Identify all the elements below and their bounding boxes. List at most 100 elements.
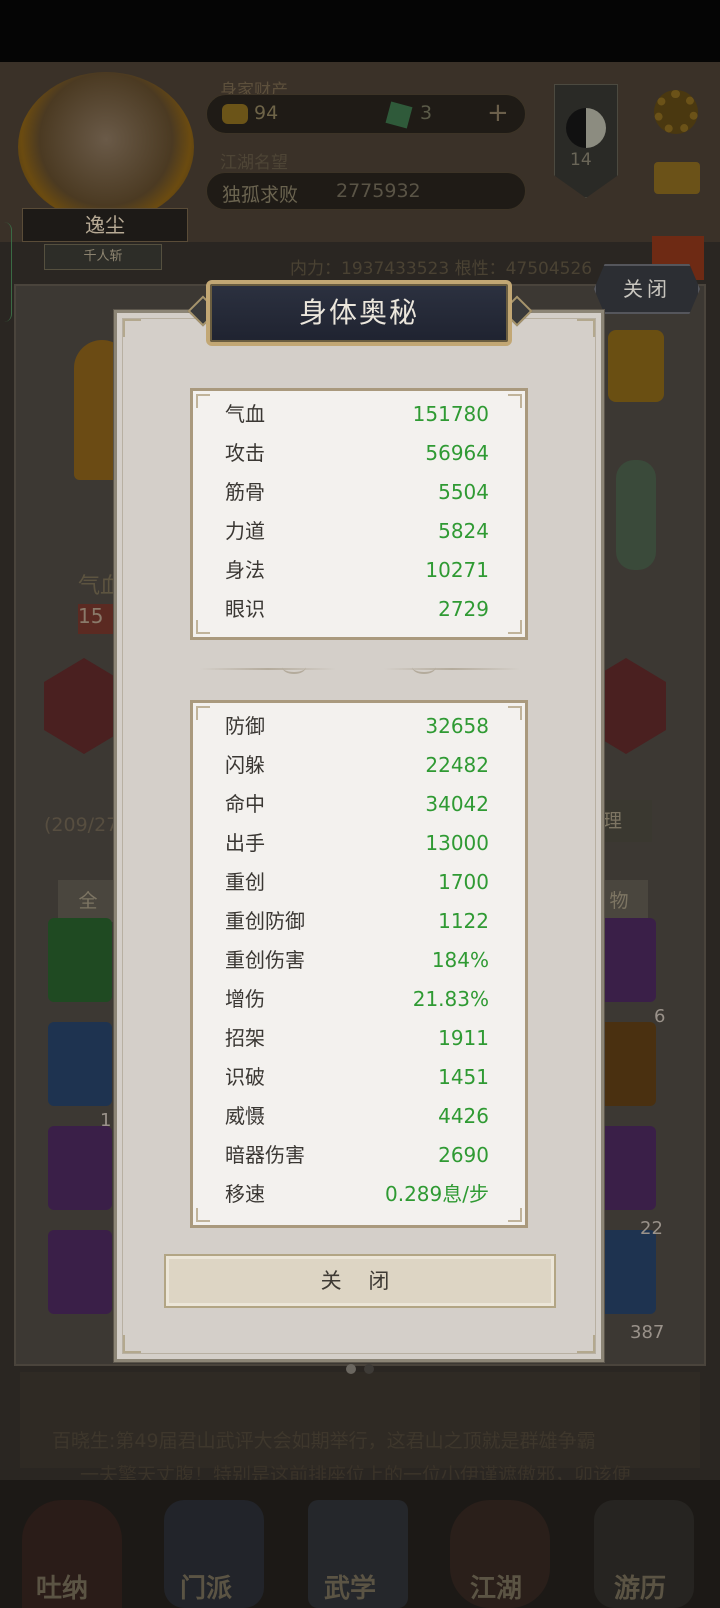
divider-line <box>200 668 336 670</box>
stat-row: 识破 1451 <box>225 1058 489 1097</box>
stat-row: 出手 13000 <box>225 824 489 863</box>
stat-name: 移速 <box>225 1182 265 1206</box>
stat-value: 10271 <box>425 558 489 582</box>
corner-ornament <box>577 319 595 337</box>
stat-name: 身法 <box>225 558 265 582</box>
stat-row: 重创伤害 184% <box>225 941 489 980</box>
corner-ornament <box>508 620 522 634</box>
stat-row: 移速 0.289息/步 <box>225 1175 489 1214</box>
stat-value: 2729 <box>438 597 489 621</box>
corner-ornament <box>508 394 522 408</box>
stat-name: 招架 <box>225 1026 265 1050</box>
stat-value: 21.83% <box>412 987 489 1011</box>
item-count: 6 <box>654 1006 666 1027</box>
stat-name: 增伤 <box>225 987 265 1011</box>
page-dot-active <box>346 1364 356 1374</box>
stat-value: 151780 <box>412 402 489 426</box>
gold-emblem-icon[interactable] <box>608 330 664 402</box>
stat-row: 招架 1911 <box>225 1019 489 1058</box>
corner-ornament <box>508 1208 522 1222</box>
close-button[interactable]: 关 闭 <box>164 1254 556 1308</box>
stat-value: 5504 <box>438 480 489 504</box>
bag-capacity: (209/27 <box>44 814 119 836</box>
news-line: 百晓生:第49届君山武评大会如期举行，这君山之顶就是群雄争霸 <box>52 1430 596 1452</box>
stat-name: 命中 <box>225 792 265 816</box>
stat-name: 闪躲 <box>225 753 265 777</box>
corner-ornament <box>123 319 141 337</box>
stat-row: 命中 34042 <box>225 785 489 824</box>
corner-ornament <box>196 1208 210 1222</box>
fame-value: 2775932 <box>336 180 421 202</box>
gear-icon[interactable] <box>654 90 698 134</box>
level-number: 14 <box>570 150 592 170</box>
inventory-slot[interactable] <box>48 1230 112 1314</box>
stat-value: 1700 <box>438 870 489 894</box>
stat-value: 2690 <box>438 1143 489 1167</box>
stat-name: 重创伤害 <box>225 948 305 972</box>
stat-name: 气血 <box>225 402 265 426</box>
stat-value: 1911 <box>438 1026 489 1050</box>
stat-name: 出手 <box>225 831 265 855</box>
stat-name: 识破 <box>225 1065 265 1089</box>
inventory-slot[interactable] <box>48 918 112 1002</box>
stat-name: 威慑 <box>225 1104 265 1128</box>
corner-ornament <box>508 706 522 720</box>
stat-row: 身法 10271 <box>225 551 489 590</box>
divider-ornament <box>282 660 306 674</box>
stat-name: 重创 <box>225 870 265 894</box>
corner-ornament <box>196 620 210 634</box>
mail-icon[interactable] <box>654 162 700 194</box>
player-title: 千人斩 <box>44 244 162 270</box>
nav-label: 江湖 <box>470 1574 523 1604</box>
corner-ornament <box>196 394 210 408</box>
dialog-title: 身体奥秘 <box>206 280 512 346</box>
inventory-slot[interactable] <box>48 1022 112 1106</box>
stat-value: 4426 <box>438 1104 489 1128</box>
stat-row: 防御 32658 <box>225 707 489 746</box>
stat-value: 184% <box>431 948 489 972</box>
nav-label: 门派 <box>180 1574 233 1604</box>
stat-row: 重创防御 1122 <box>225 902 489 941</box>
corner-ornament <box>577 1335 595 1353</box>
stat-value: 1451 <box>438 1065 489 1089</box>
stat-row: 增伤 21.83% <box>225 980 489 1019</box>
power-stats: 内力：1937433523 根性：47504526 <box>290 259 593 279</box>
stat-row: 攻击 56964 <box>225 434 489 473</box>
item-count: 22 <box>640 1218 663 1239</box>
status-bar <box>0 0 720 62</box>
jade-value: 3 <box>420 102 433 124</box>
gold-ingot-icon <box>222 104 248 124</box>
stat-row: 筋骨 5504 <box>225 473 489 512</box>
stat-row: 威慑 4426 <box>225 1097 489 1136</box>
fame-label: 江湖名望 <box>220 153 288 173</box>
gold-value: 94 <box>254 102 279 124</box>
player-avatar[interactable] <box>18 72 194 222</box>
stat-row: 重创 1700 <box>225 863 489 902</box>
stat-row: 闪躲 22482 <box>225 746 489 785</box>
stat-value: 56964 <box>425 441 489 465</box>
jade-pendant-icon[interactable] <box>616 460 656 570</box>
stat-row: 气血 151780 <box>225 395 489 434</box>
nav-label: 游历 <box>614 1574 667 1604</box>
primary-stats-box: 气血 151780 攻击 56964 筋骨 5504 力道 5824 身法 10271 眼识 2729 <box>190 388 528 640</box>
stat-name: 暗器伤害 <box>225 1143 305 1167</box>
item-count: 387 <box>630 1322 665 1343</box>
bg-stat-value: 15 <box>78 604 118 634</box>
nav-label: 吐纳 <box>36 1574 89 1604</box>
stat-value: 13000 <box>425 831 489 855</box>
nav-label: 武学 <box>324 1574 377 1604</box>
divider-ornament <box>412 660 436 674</box>
stat-value: 1122 <box>438 909 489 933</box>
panel-close-button[interactable]: 关闭 <box>594 264 700 314</box>
fame-title: 独孤求败 <box>222 184 299 206</box>
inventory-slot[interactable] <box>48 1126 112 1210</box>
plus-icon[interactable]: + <box>487 98 509 128</box>
stat-value: 34042 <box>425 792 489 816</box>
stat-name: 眼识 <box>225 597 265 621</box>
divider-line <box>384 668 520 670</box>
player-name: 逸尘 <box>22 208 188 242</box>
stat-value: 22482 <box>425 753 489 777</box>
filter-all-tab[interactable]: 全 <box>58 880 118 922</box>
stat-row: 暗器伤害 2690 <box>225 1136 489 1175</box>
stat-name: 攻击 <box>225 441 265 465</box>
